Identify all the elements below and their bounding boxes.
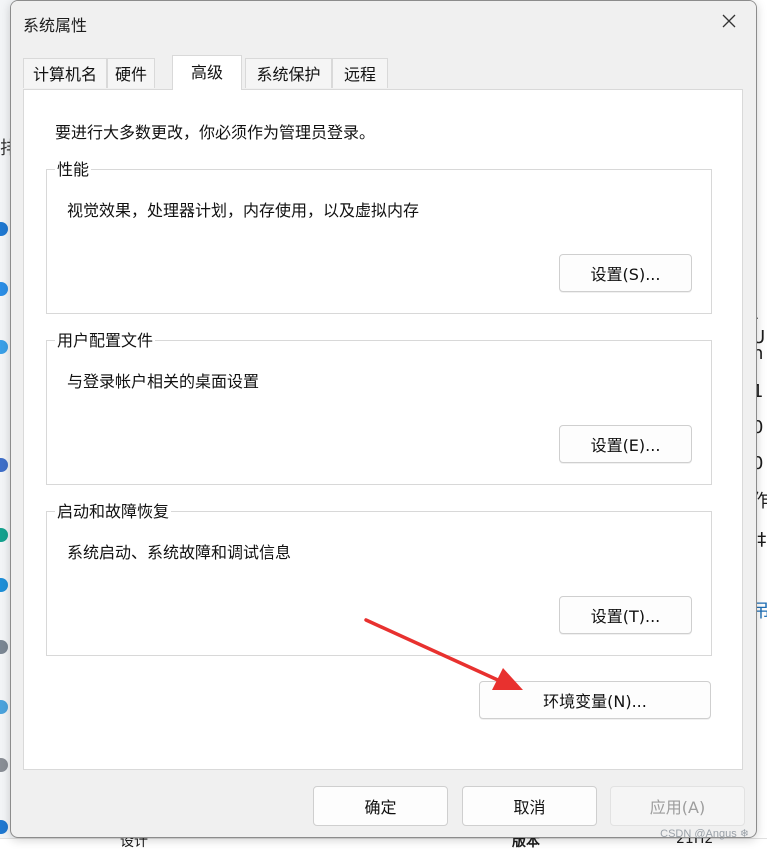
user-profiles-group: 用户配置文件 与登录帐户相关的桌面设置 设置(E)... [46, 331, 712, 485]
performance-group: 性能 视觉效果，处理器计划，内存使用，以及虚拟内存 设置(S)... [46, 160, 712, 314]
environment-variables-button[interactable]: 环境变量(N)... [479, 681, 711, 719]
startup-recovery-description: 系统启动、系统故障和调试信息 [67, 543, 292, 562]
dialog-title: 系统属性 [23, 16, 88, 35]
cancel-button[interactable]: 取消 [462, 786, 597, 826]
tab-remote[interactable]: 远程 [332, 58, 388, 88]
user-profiles-settings-button[interactable]: 设置(E)... [559, 425, 692, 463]
close-icon [721, 13, 737, 33]
performance-settings-button[interactable]: 设置(S)... [559, 254, 692, 292]
startup-recovery-group: 启动和故障恢复 系统启动、系统故障和调试信息 设置(T)... [46, 502, 712, 656]
watermark: CSDN @Angus ❄ [660, 828, 749, 840]
tab-advanced[interactable]: 高级 [172, 55, 242, 90]
tab-hardware[interactable]: 硬件 [107, 58, 155, 88]
advanced-tab-panel: 要进行大多数更改，你必须作为管理员登录。 性能 视觉效果，处理器计划，内存使用，… [23, 89, 743, 770]
title-bar[interactable]: 系统属性 [11, 1, 756, 45]
user-profiles-description: 与登录帐户相关的桌面设置 [67, 372, 260, 391]
tab-computer-name[interactable]: 计算机名 [23, 58, 107, 88]
startup-recovery-group-title: 启动和故障恢复 [55, 502, 172, 522]
screen: 排 -U n 1 0 0 作 J‡ 吊 设计 版本 21H2 系统属性 计算 [0, 0, 767, 849]
system-properties-dialog: 系统属性 计算机名 硬件 高级 系统保护 远程 要进行大多数更改，你必须作为管理… [10, 0, 757, 838]
admin-notice: 要进行大多数更改，你必须作为管理员登录。 [55, 123, 376, 142]
startup-recovery-settings-button[interactable]: 设置(T)... [559, 596, 692, 634]
background-bottom-strip [0, 838, 767, 849]
performance-group-title: 性能 [55, 160, 92, 180]
close-button[interactable] [709, 7, 749, 39]
ok-button[interactable]: 确定 [313, 786, 448, 826]
apply-button: 应用(A) [610, 786, 745, 826]
user-profiles-group-title: 用户配置文件 [55, 331, 156, 351]
performance-description: 视觉效果，处理器计划，内存使用，以及虚拟内存 [67, 201, 420, 220]
tab-system-protection[interactable]: 系统保护 [245, 58, 332, 88]
